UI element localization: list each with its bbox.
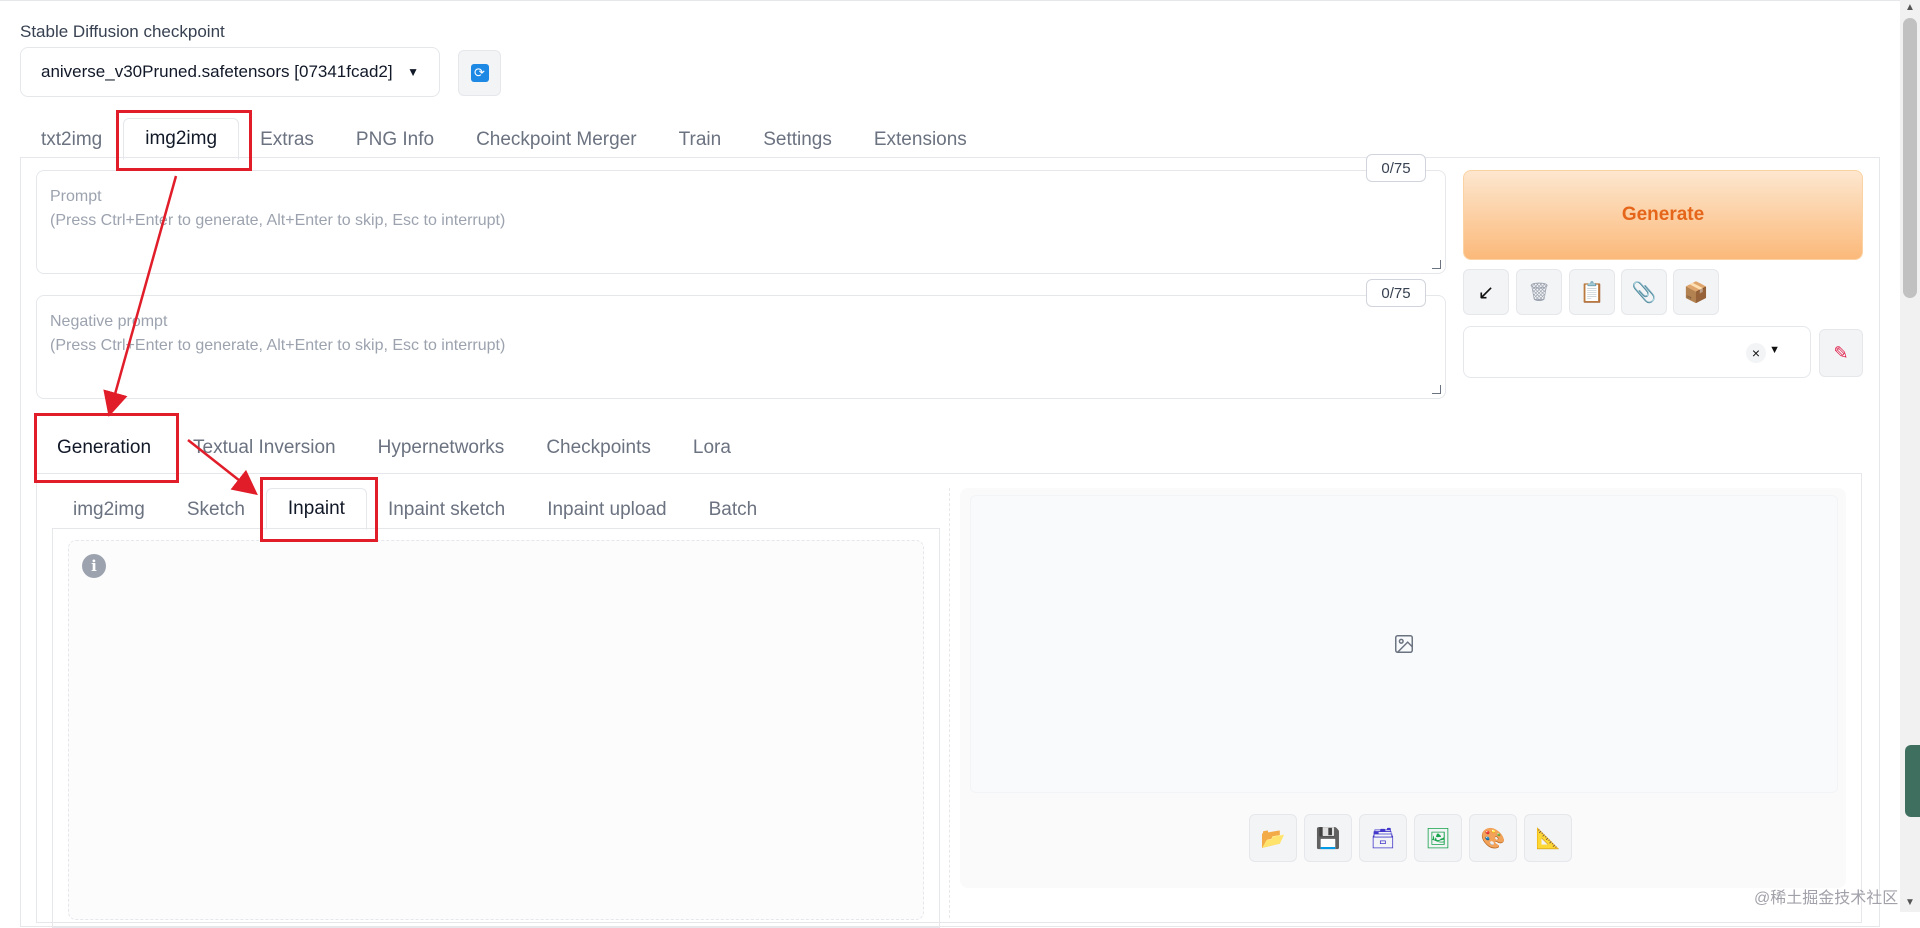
annotation-arrows bbox=[103, 175, 258, 496]
scroll-down-icon[interactable]: ▼ bbox=[1903, 897, 1917, 909]
arrow-to-inpaint bbox=[187, 439, 258, 496]
arrow-to-generation bbox=[103, 175, 178, 417]
scrollbar-thumb[interactable] bbox=[1903, 18, 1917, 298]
side-widget[interactable] bbox=[1905, 745, 1920, 817]
watermark: @稀土掘金技术社区 bbox=[1754, 890, 1899, 907]
scroll-up-icon[interactable]: ▲ bbox=[1903, 2, 1917, 14]
